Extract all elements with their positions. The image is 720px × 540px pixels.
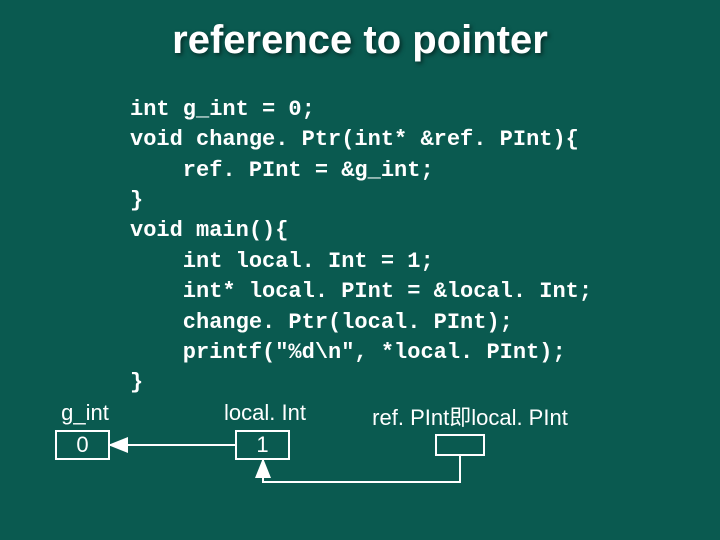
slide-title: reference to pointer bbox=[0, 0, 720, 63]
code-block: int g_int = 0; void change. Ptr(int* &re… bbox=[130, 95, 592, 399]
diagram-arrows bbox=[55, 400, 675, 495]
diagram: g_int 0 local. Int 1 ref. PInt即local. PI… bbox=[55, 400, 675, 495]
slide: reference to pointer int g_int = 0; void… bbox=[0, 0, 720, 540]
